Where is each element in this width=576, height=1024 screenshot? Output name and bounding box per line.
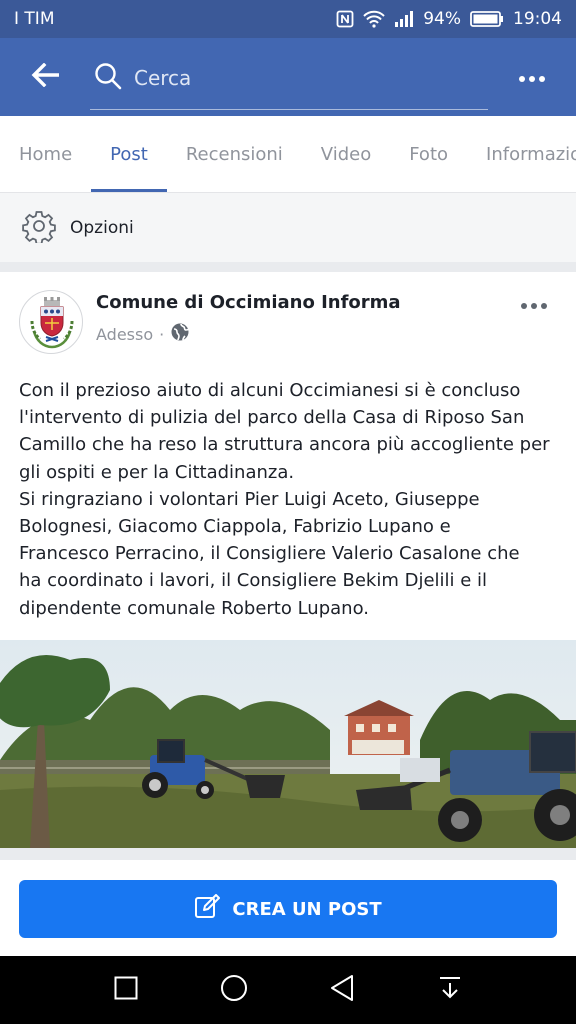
notifications-pulldown-button[interactable] xyxy=(396,956,504,1024)
post-timestamp[interactable]: Adesso xyxy=(96,325,153,344)
post-header: Comune di Occimiano Informa Adesso · xyxy=(0,272,576,368)
nfc-icon xyxy=(336,10,354,28)
search-input[interactable] xyxy=(134,65,434,90)
create-post-area: CREA UN POST xyxy=(0,860,576,956)
triangle-back-icon xyxy=(329,974,355,1006)
tab-home[interactable]: Home xyxy=(0,116,91,192)
system-nav-bar xyxy=(0,956,576,1024)
create-post-button[interactable]: CREA UN POST xyxy=(19,880,557,938)
search-icon xyxy=(94,62,122,94)
app-bar xyxy=(0,38,576,116)
more-icon xyxy=(520,295,548,314)
clock: 19:04 xyxy=(513,9,562,29)
signal-icon xyxy=(394,10,414,28)
tab-reviews[interactable]: Recensioni xyxy=(167,116,302,192)
post-more-button[interactable] xyxy=(512,292,556,316)
carrier-label: I TIM xyxy=(14,9,55,29)
search-bar[interactable] xyxy=(90,46,488,110)
globe-icon xyxy=(170,322,190,346)
edit-icon xyxy=(194,893,221,925)
post-text: Con il prezioso aiuto di alcuni Occimian… xyxy=(19,380,550,619)
battery-icon xyxy=(470,10,504,28)
gear-icon xyxy=(22,209,56,247)
page-avatar[interactable] xyxy=(19,290,83,354)
page-name[interactable]: Comune di Occimiano Informa xyxy=(96,292,401,313)
page-tabs: Home Post Recensioni Video Foto Informaz… xyxy=(0,116,576,192)
back-button[interactable] xyxy=(0,38,90,116)
home-button[interactable] xyxy=(180,956,288,1024)
create-post-label: CREA UN POST xyxy=(232,898,382,920)
more-options-button[interactable] xyxy=(488,38,576,116)
recents-button[interactable] xyxy=(72,956,180,1024)
tab-post[interactable]: Post xyxy=(91,116,167,192)
pulldown-icon xyxy=(438,975,462,1005)
meta-separator: · xyxy=(159,324,165,344)
more-icon xyxy=(518,68,546,87)
post-photo[interactable] xyxy=(0,640,576,848)
post-card: Comune di Occimiano Informa Adesso · Con… xyxy=(0,272,576,848)
status-icons: 94% 19:04 xyxy=(336,9,562,29)
back-arrow-icon xyxy=(31,62,60,91)
back-nav-button[interactable] xyxy=(288,956,396,1024)
tab-photos[interactable]: Foto xyxy=(390,116,467,192)
options-button[interactable]: Opzioni xyxy=(0,192,576,262)
options-label: Opzioni xyxy=(70,217,134,238)
battery-percent: 94% xyxy=(423,9,461,29)
wifi-icon xyxy=(363,10,385,28)
tab-video[interactable]: Video xyxy=(302,116,390,192)
circle-icon xyxy=(220,974,248,1006)
tab-info[interactable]: Informazio xyxy=(467,116,576,192)
status-bar: I TIM 94% 19:04 xyxy=(0,0,576,38)
post-meta: Adesso · xyxy=(96,322,190,346)
square-icon xyxy=(114,976,138,1004)
